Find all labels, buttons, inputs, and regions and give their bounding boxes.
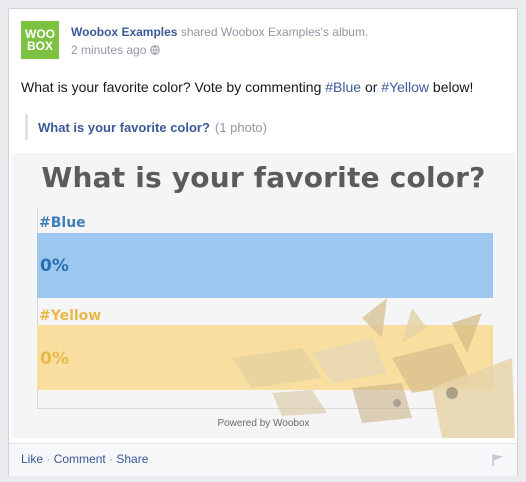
globe-icon[interactable] [150,45,161,55]
post-actions-bar: Like · Comment · Share [9,443,517,476]
option-blue-percent: 0% [40,256,69,276]
author-link[interactable]: Woobox Examples [71,25,177,39]
option-yellow-percent: 0% [40,349,69,369]
feed-post: WOO BOX Woobox Examples shared Woobox Ex… [8,8,518,476]
share-button[interactable]: Share [116,452,148,466]
status-prefix: What is your favorite color? Vote by com… [21,79,326,95]
option-blue-label: #Blue [39,215,86,231]
action-separator: · [105,452,117,466]
comment-button[interactable]: Comment [54,452,106,466]
hashtag-blue-link[interactable]: #Blue [325,79,361,95]
powered-by-text: Powered by Woobox [217,418,310,429]
avatar[interactable]: WOO BOX [21,21,59,59]
shared-text: shared Woobox Examples's album. [177,25,369,39]
album-photo[interactable]: What is your favorite color? #Blue 0% #Y… [12,153,515,438]
post-header: Woobox Examples shared Woobox Examples's… [71,25,368,39]
album-title-link[interactable]: What is your favorite color? [38,120,210,135]
post-actions: Like · Comment · Share [21,452,148,466]
album-photo-count: (1 photo) [214,119,267,135]
avatar-text: WOO BOX [25,27,55,53]
option-blue-bar [37,233,493,298]
action-separator: · [43,452,54,466]
like-button[interactable]: Like [21,452,43,466]
album-attachment: What is your favorite color? (1 photo) [25,114,267,140]
status-suffix: below! [429,79,474,95]
post-meta: 2 minutes ago [71,43,161,57]
status-mid: or [361,79,382,95]
photo-title: What is your favorite color? [41,161,486,194]
option-yellow-label: #Yellow [39,308,102,324]
pencil-shavings-image [232,298,515,438]
flag-icon[interactable] [491,453,505,467]
hashtag-yellow-link[interactable]: #Yellow [381,79,429,95]
timestamp[interactable]: 2 minutes ago [71,43,146,57]
status-text: What is your favorite color? Vote by com… [21,79,473,95]
